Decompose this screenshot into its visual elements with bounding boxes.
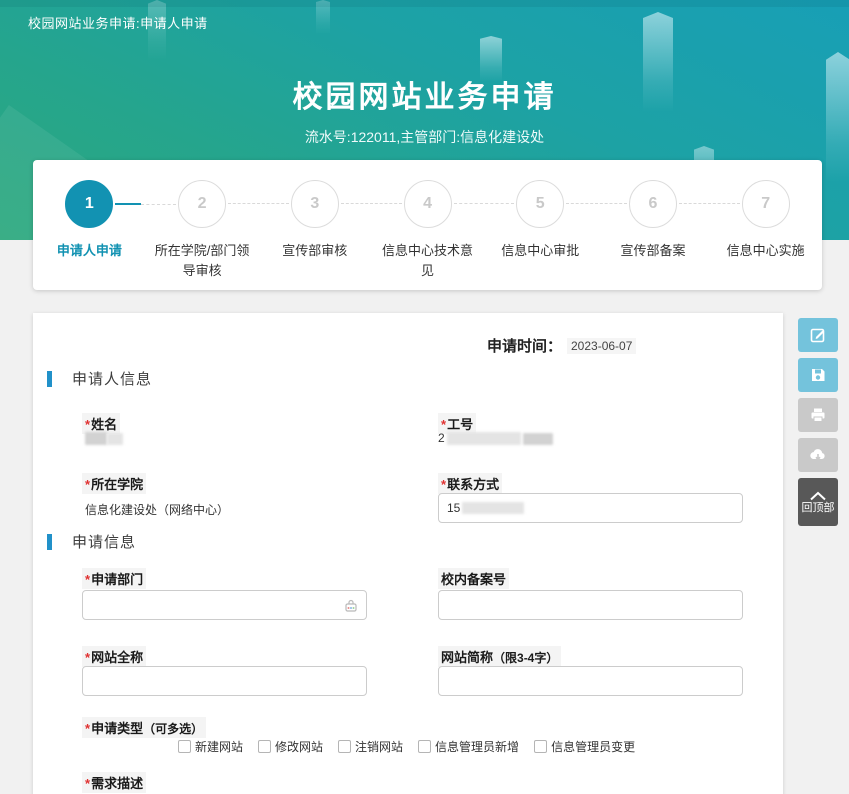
checkbox-cancel-site[interactable]: 注销网站 xyxy=(338,738,403,755)
step-circle-5: 5 xyxy=(516,180,564,228)
step-circle-7: 7 xyxy=(742,180,790,228)
apply-time-label: 申请时间： xyxy=(487,335,562,356)
page: { "topbar": { "title": "校园网站业务申请:申请人申请" … xyxy=(0,0,849,794)
step-label-7: 信息中心实施 xyxy=(727,241,805,261)
step-circle-3: 3 xyxy=(291,180,339,228)
college-value: 信息化建设处（网络中心） xyxy=(85,501,229,518)
step-label-6: 宣传部备案 xyxy=(620,241,685,261)
checkbox-icon[interactable] xyxy=(418,740,431,753)
step-circle-2: 2 xyxy=(178,180,226,228)
chevron-up-icon xyxy=(809,491,827,501)
step-label-4: 信息中心技术意见 xyxy=(377,241,479,280)
checkbox-icon[interactable] xyxy=(178,740,191,753)
checkbox-admin-add[interactable]: 信息管理员新增 xyxy=(418,738,519,755)
step-circle-4: 4 xyxy=(404,180,452,228)
application-form: 申请时间： 2023-06-07 申请人信息 *姓名 *工号 2 *所在学院 信… xyxy=(33,313,783,794)
site-fullname-input[interactable] xyxy=(82,666,367,696)
save-icon xyxy=(809,366,827,384)
step-connector xyxy=(228,203,289,204)
section-bar xyxy=(47,371,52,387)
checkbox-icon[interactable] xyxy=(258,740,271,753)
apply-time-value: 2023-06-07 xyxy=(567,338,636,354)
checkbox-icon[interactable] xyxy=(534,740,547,753)
back-to-top-button[interactable]: 回顶部 xyxy=(798,478,838,526)
checkbox-icon[interactable] xyxy=(338,740,351,753)
site-shortname-input[interactable] xyxy=(438,666,743,696)
download-button[interactable] xyxy=(798,438,838,472)
step-item-1: 1 申请人申请 xyxy=(33,180,146,290)
apply-type-options: 新建网站 修改网站 注销网站 信息管理员新增 信息管理员变更 xyxy=(178,738,635,755)
step-label-5: 信息中心审批 xyxy=(501,241,579,261)
breadcrumb: 校园网站业务申请:申请人申请 xyxy=(28,13,208,32)
dept-label: *申请部门 xyxy=(82,568,146,589)
org-picker-icon[interactable] xyxy=(343,598,359,617)
workid-value: 2 xyxy=(438,431,553,445)
section-applicant-info: 申请人信息 xyxy=(47,368,152,389)
checkbox-modify-site[interactable]: 修改网站 xyxy=(258,738,323,755)
site-fullname-label: *网站全称 xyxy=(82,646,146,667)
checkbox-admin-change[interactable]: 信息管理员变更 xyxy=(534,738,635,755)
step-circle-1: 1 xyxy=(65,180,113,228)
contact-input[interactable]: 15 xyxy=(438,493,743,523)
step-connector xyxy=(454,203,515,204)
demand-label: *需求描述 xyxy=(82,772,146,793)
page-title: 校园网站业务申请 xyxy=(0,72,849,116)
step-item-6: 6 宣传部备案 xyxy=(597,180,710,290)
step-connector xyxy=(566,203,627,204)
site-shortname-label: 网站简称（限3-4字） xyxy=(438,646,561,667)
section-apply-info: 申请信息 xyxy=(47,531,136,552)
cloud-download-icon xyxy=(808,446,828,464)
name-value-masked xyxy=(85,431,123,445)
checkbox-new-site[interactable]: 新建网站 xyxy=(178,738,243,755)
step-connector xyxy=(341,203,402,204)
step-label-3: 宣传部审核 xyxy=(282,241,347,261)
apply-type-label: *申请类型（可多选） xyxy=(82,717,206,738)
printer-icon xyxy=(809,406,827,424)
edit-icon xyxy=(809,326,827,344)
record-no-label: 校内备案号 xyxy=(438,568,509,589)
record-no-input[interactable] xyxy=(438,590,743,620)
step-item-5: 5 信息中心审批 xyxy=(484,180,597,290)
back-to-top-label: 回顶部 xyxy=(802,503,835,514)
step-item-7: 7 信息中心实施 xyxy=(709,180,822,290)
dept-input[interactable] xyxy=(82,590,367,620)
page-subtitle: 流水号:122011,主管部门:信息化建设处 xyxy=(0,127,849,147)
save-button[interactable] xyxy=(798,358,838,392)
step-connector xyxy=(679,203,740,204)
step-label-1: 申请人申请 xyxy=(57,241,122,261)
step-circle-6: 6 xyxy=(629,180,677,228)
section-bar xyxy=(47,534,52,550)
hero-top-strip xyxy=(0,0,849,7)
step-wizard: 1 申请人申请 2 所在学院/部门领导审核 3 宣传部审核 4 信息中心技术意见… xyxy=(33,160,822,290)
step-label-2: 所在学院/部门领导审核 xyxy=(151,241,253,280)
step-item-2: 2 所在学院/部门领导审核 xyxy=(146,180,259,290)
step-item-3: 3 宣传部审核 xyxy=(258,180,371,290)
college-label: *所在学院 xyxy=(82,473,146,494)
contact-label: *联系方式 xyxy=(438,473,502,494)
step-item-4: 4 信息中心技术意见 xyxy=(371,180,484,290)
print-button[interactable] xyxy=(798,398,838,432)
edit-button[interactable] xyxy=(798,318,838,352)
